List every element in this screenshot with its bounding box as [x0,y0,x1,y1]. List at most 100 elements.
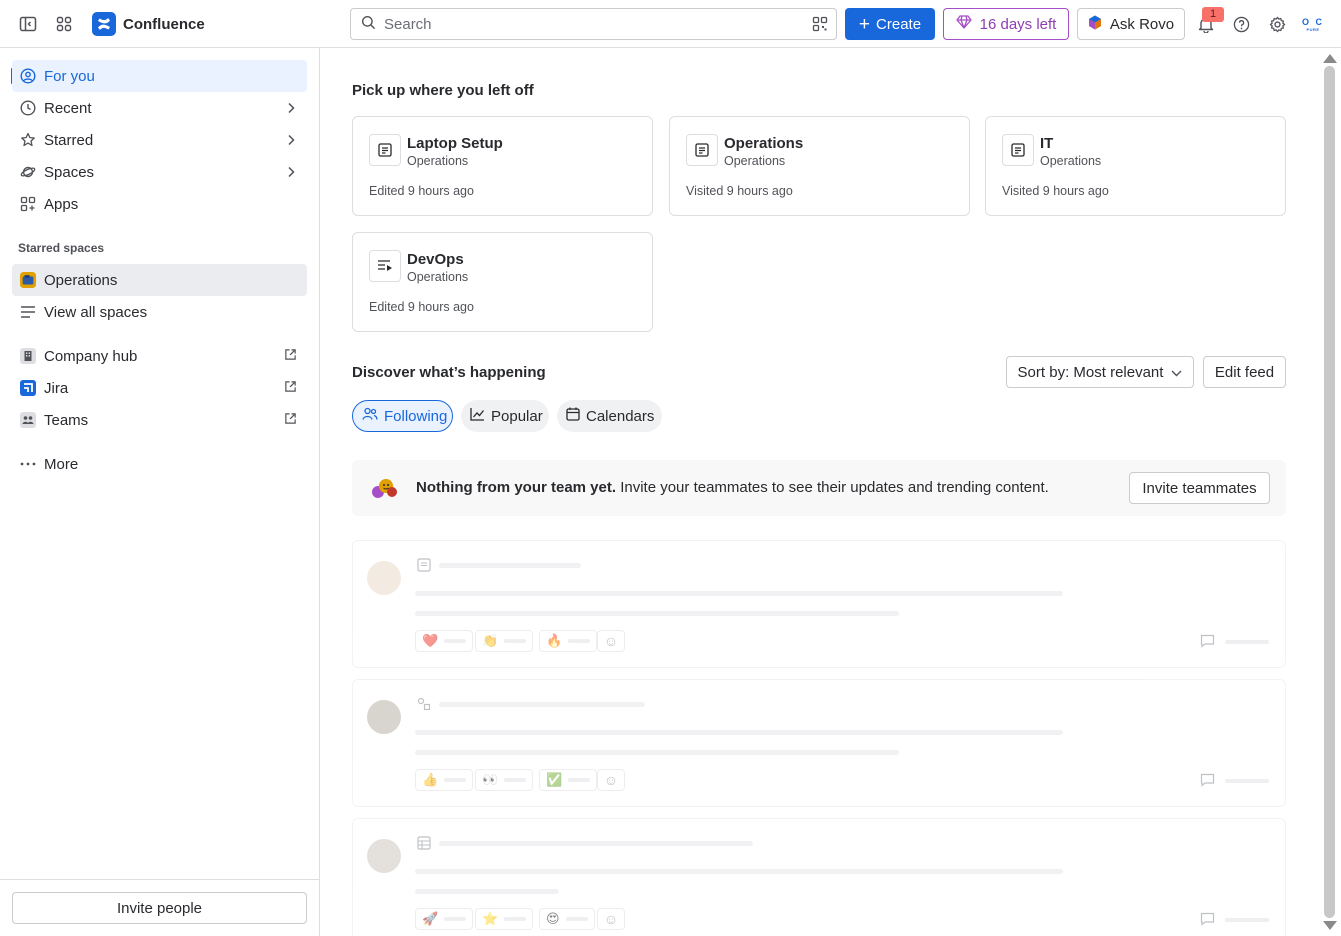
star-icon [20,132,36,148]
building-icon [20,348,36,364]
operations-space-icon [20,272,36,288]
avatar [367,700,401,734]
team-illustration-icon [368,474,398,502]
settings-gear-icon[interactable] [1265,12,1289,36]
chevron-right-icon[interactable] [287,165,295,182]
trial-button[interactable]: 16 days left [943,8,1069,40]
jira-icon [20,380,36,396]
rovo-label: Ask Rovo [1109,15,1175,33]
trend-icon [470,407,485,425]
qr-scan-icon[interactable] [812,16,828,35]
sidebar-item-operations-space[interactable]: Operations [12,264,307,296]
create-button[interactable]: + Create [845,8,935,40]
placeholder-bar [415,750,899,755]
confluence-logo-link[interactable]: Confluence [92,12,205,36]
sidebar-item-starred[interactable]: Starred [12,124,307,156]
tab-calendars[interactable]: Calendars [557,400,662,432]
sidebar-item-spaces[interactable]: Spaces [12,156,307,188]
tab-following[interactable]: Following [352,400,453,432]
sidebar-item-label: More [44,455,79,473]
page-icon [417,558,431,572]
sidebar-item-view-all-spaces[interactable]: View all spaces [12,296,307,328]
tab-label: Calendars [586,407,655,425]
placeholder-bar [415,889,559,894]
invite-people-button[interactable]: Invite people [12,892,307,924]
sidebar-item-for-you[interactable]: For you [12,60,307,92]
placeholder-bar [415,869,1063,874]
app-switcher-icon[interactable] [52,12,76,36]
reaction-chip: ✅ [539,769,598,791]
avatar-subtext: PURE [1306,27,1320,32]
reaction-chip: 😍 [539,908,595,930]
card-meta: Edited 9 hours ago [369,184,474,198]
add-reaction-icon: ☺ [597,630,625,652]
live-doc-icon [369,250,401,282]
add-reaction-icon: ☺ [597,908,625,930]
placeholder-bar [1225,779,1269,783]
main-scrollbar[interactable] [1320,48,1341,936]
sidebar-toggle-icon[interactable] [16,12,40,36]
sidebar-item-label: Apps [44,195,79,213]
pickup-heading: Pick up where you left off [352,82,534,99]
sidebar: For you Recent Starred Spaces Apps Starr… [0,48,320,936]
sidebar-item-label: Starred [44,131,94,149]
scroll-down-arrow-icon[interactable] [1323,921,1337,930]
sort-dropdown[interactable]: Sort by: Most relevant [1006,356,1194,388]
create-label: Create [876,15,922,33]
recent-card[interactable]: Operations Operations Visited 9 hours ag… [669,116,970,216]
card-space: Operations [407,154,469,168]
card-space: Operations [724,154,786,168]
recent-card[interactable]: IT Operations Visited 9 hours ago [985,116,1286,216]
empty-feed-banner: Nothing from your team yet. Invite your … [352,460,1286,516]
comment-icon [1200,773,1215,790]
clock-icon [20,100,36,116]
page-icon [369,134,401,166]
sidebar-item-more[interactable]: More [12,448,307,480]
recent-card[interactable]: DevOps Operations Edited 9 hours ago [352,232,653,332]
banner-text: Invite your teammates to see their updat… [616,479,1049,496]
edit-feed-button[interactable]: Edit feed [1203,356,1286,388]
chevron-down-icon [1171,364,1182,381]
whiteboard-icon [417,697,431,711]
chevron-right-icon[interactable] [287,133,295,150]
sidebar-item-apps[interactable]: Apps [12,188,307,220]
comment-icon [1200,912,1215,929]
scroll-up-arrow-icon[interactable] [1323,54,1337,63]
placeholder-bar [439,563,581,568]
search-input[interactable] [384,15,784,33]
sidebar-item-company-hub[interactable]: Company hub [12,340,307,372]
sidebar-item-label: Recent [44,99,92,117]
add-reaction-icon: ☺ [597,769,625,791]
sidebar-item-label: View all spaces [44,303,148,321]
chevron-right-icon[interactable] [287,101,295,118]
starred-spaces-heading: Starred spaces [18,241,105,255]
ask-rovo-button[interactable]: Ask Rovo [1077,8,1185,40]
reaction-emoji: 👏 [482,633,499,648]
sidebar-item-recent[interactable]: Recent [12,92,307,124]
diamond-icon [955,15,972,33]
sidebar-item-label: Jira [44,379,69,397]
card-title: DevOps [407,251,464,268]
recent-card[interactable]: Laptop Setup Operations Edited 9 hours a… [352,116,653,216]
invite-teammates-button[interactable]: Invite teammates [1129,472,1270,504]
sidebar-item-jira[interactable]: Jira [12,372,307,404]
card-meta: Edited 9 hours ago [369,300,474,314]
page-icon [686,134,718,166]
scroll-thumb[interactable] [1324,66,1335,918]
sidebar-item-teams[interactable]: Teams [12,404,307,436]
reaction-emoji: ❤️ [422,633,439,648]
sidebar-item-label: Operations [44,271,118,289]
list-icon [20,304,36,320]
placeholder-bar [1225,640,1269,644]
reaction-emoji: 🔥 [546,633,563,648]
card-space: Operations [407,270,469,284]
help-icon[interactable] [1229,12,1253,36]
comment-icon [1200,634,1215,651]
card-title: Laptop Setup [407,135,503,152]
search-bar[interactable] [350,8,837,40]
card-space: Operations [1040,154,1102,168]
app-name: Confluence [123,15,205,33]
tab-popular[interactable]: Popular [461,400,549,432]
profile-avatar[interactable]: O C PURE [1300,12,1326,38]
external-link-icon [284,412,297,429]
